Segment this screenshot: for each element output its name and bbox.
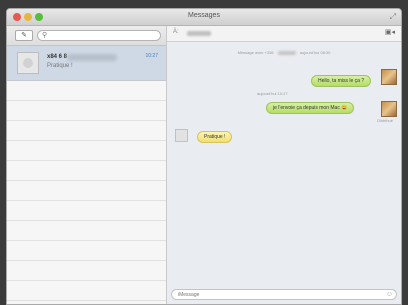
chat-header: À: ▣◂: [167, 26, 401, 42]
empty-row: [7, 281, 166, 301]
redacted-number: [277, 50, 296, 55]
message-bubble-sent[interactable]: je l'envoie ça depuis mon Mac 😄: [266, 102, 355, 114]
compose-icon: ✎: [21, 32, 27, 39]
search-field[interactable]: ⚲: [37, 30, 161, 41]
conversation-info-right: aujourd'hui 08:30: [299, 50, 331, 55]
conversation-list-empty: [7, 81, 166, 304]
fullscreen-icon[interactable]: ⤢: [390, 12, 396, 22]
empty-row: [7, 101, 166, 121]
window-title: Messages: [188, 12, 220, 19]
avatar: [175, 129, 188, 142]
message-input-field[interactable]: ☺: [171, 289, 397, 300]
conversation-item[interactable]: x84 6 8 10:27 Pratique !: [7, 46, 166, 81]
sidebar: ✎ ⚲ x84 6 8 10:27 Pratique !: [7, 26, 167, 304]
empty-row: [7, 261, 166, 281]
title-bar: Messages ⤢: [7, 9, 401, 26]
conversation-preview: Pratique !: [47, 63, 73, 69]
empty-row: [7, 221, 166, 241]
message-timestamp: aujourd'hui 10:27: [257, 91, 288, 96]
compose-button[interactable]: ✎: [15, 30, 33, 41]
message-bubble-received[interactable]: Pratique !: [197, 131, 233, 143]
avatar: [381, 69, 397, 85]
to-label: À:: [173, 29, 179, 35]
video-call-icon[interactable]: ▣◂: [385, 28, 395, 36]
avatar: [17, 52, 39, 74]
search-input[interactable]: [50, 31, 150, 40]
conversation-time: 10:27: [145, 53, 158, 59]
search-icon: ⚲: [42, 32, 48, 39]
redacted-recipient: [187, 31, 211, 36]
empty-row: [7, 161, 166, 181]
redacted-contact: [67, 54, 117, 61]
messages-window: Messages ⤢ ✎ ⚲ x84 6 8 10:27 Pratique !: [6, 8, 402, 305]
delivery-status: Distribué: [377, 118, 393, 123]
chat-pane: À: ▣◂ Message avec +336 aujourd'hui 08:3…: [167, 26, 401, 304]
message-input[interactable]: [178, 291, 348, 298]
conversation-name: x84 6 8: [47, 54, 68, 60]
empty-row: [7, 201, 166, 221]
empty-row: [7, 241, 166, 261]
empty-row: [7, 81, 166, 101]
conversation-info-left: Message avec +336: [237, 50, 274, 55]
emoji-icon[interactable]: ☺: [386, 290, 393, 299]
empty-row: [7, 121, 166, 141]
message-bubble-sent[interactable]: Hello, ta miss le ça ?: [311, 75, 372, 87]
avatar: [381, 101, 397, 117]
empty-row: [7, 181, 166, 201]
sidebar-toolbar: ✎ ⚲: [7, 26, 166, 46]
conversation-info: Message avec +336 aujourd'hui 08:30: [167, 50, 401, 55]
empty-row: [7, 141, 166, 161]
